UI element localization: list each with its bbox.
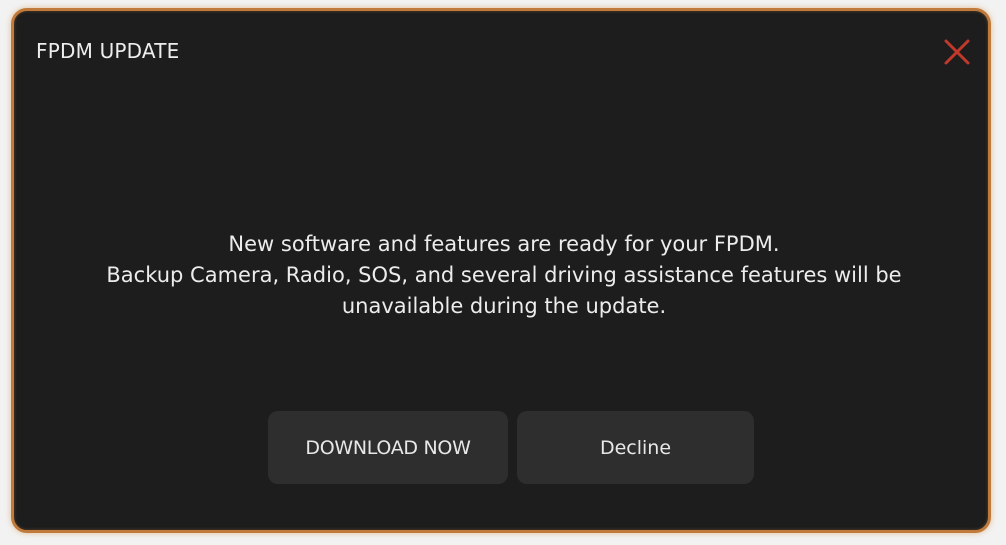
message-line: Backup Camera, Radio, SOS, and several d… bbox=[106, 263, 902, 287]
screen: FPDM UPDATE New software and features ar… bbox=[0, 0, 1006, 545]
download-now-button[interactable]: DOWNLOAD NOW bbox=[268, 411, 508, 484]
dialog-title: FPDM UPDATE bbox=[36, 39, 180, 63]
decline-button[interactable]: Decline bbox=[517, 411, 754, 484]
dialog-message: New software and features are ready for … bbox=[54, 229, 954, 322]
update-dialog: FPDM UPDATE New software and features ar… bbox=[11, 8, 991, 533]
close-button[interactable] bbox=[940, 35, 974, 69]
message-line: unavailable during the update. bbox=[341, 294, 667, 318]
close-icon bbox=[944, 39, 970, 65]
message-line: New software and features are ready for … bbox=[228, 232, 780, 256]
